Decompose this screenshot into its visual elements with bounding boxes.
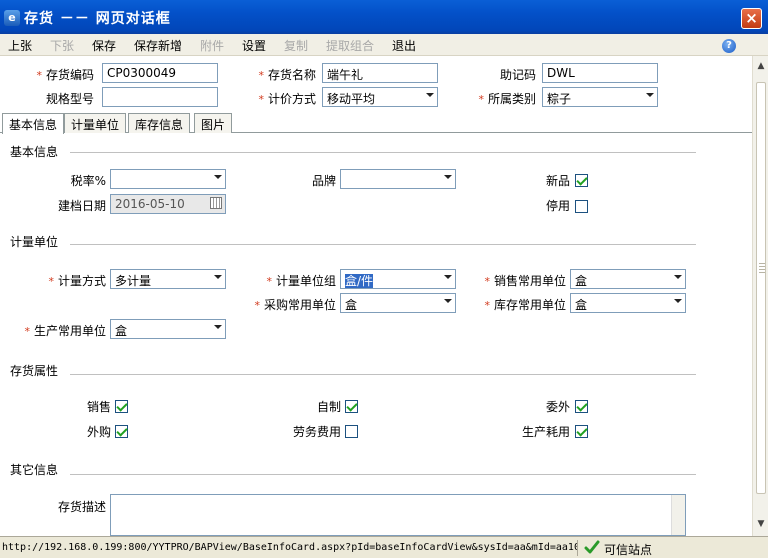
scroll-thumb[interactable] — [756, 82, 766, 494]
toolbar: 上张 下张 保存 保存新增 附件 设置 复制 提取组合 退出 ? — [0, 34, 768, 56]
divider — [70, 374, 696, 375]
unit-group-select[interactable]: 盒/件 — [340, 269, 456, 289]
brand-label: 品牌 — [311, 174, 336, 188]
grip-icon — [759, 263, 765, 275]
chevron-down-icon — [444, 175, 452, 179]
scroll-down-icon[interactable]: ▼ — [755, 518, 767, 530]
checkmark-icon — [584, 540, 600, 554]
disabled-checkbox[interactable] — [575, 200, 588, 213]
mnemonic-label: 助记码 — [499, 68, 536, 82]
brand-select[interactable] — [340, 169, 456, 189]
unit-method-label: * 计量方式 — [48, 274, 106, 288]
chevron-down-icon — [444, 299, 452, 303]
ie-page-icon: e — [4, 10, 20, 26]
attr-sales-label: 销售 — [86, 400, 111, 414]
new-product-label: 新品 — [545, 174, 570, 188]
name-input[interactable]: 端午礼 — [322, 63, 438, 83]
section-units: 计量单位 — [10, 235, 59, 249]
dialog-body: * 存货编码 CP0300049 * 存货名称 端午礼 助记码 DWL 规格型号 *… — [0, 56, 752, 536]
textarea-scrollbar[interactable] — [671, 495, 685, 535]
help-icon[interactable]: ? — [722, 39, 736, 53]
category-select[interactable]: 粽子 — [542, 87, 658, 107]
spec-label: 规格型号 — [45, 92, 94, 106]
tab-units[interactable]: 计量单位 — [64, 113, 127, 133]
code-input[interactable]: CP0300049 — [102, 63, 218, 83]
divider — [70, 474, 696, 475]
scroll-up-icon[interactable]: ▲ — [755, 60, 767, 72]
copy-button[interactable]: 复制 — [284, 37, 308, 54]
pricing-select[interactable]: 移动平均 — [322, 87, 438, 107]
divider — [70, 244, 696, 245]
chevron-down-icon — [444, 275, 452, 279]
title-bar: e 存货 －－ 网页对话框 × — [0, 0, 768, 34]
attr-labor-checkbox[interactable] — [345, 425, 358, 438]
section-attributes: 存货属性 — [10, 364, 59, 378]
tab-stock-info[interactable]: 库存信息 — [128, 113, 191, 133]
unit-group-label: * 计量单位组 — [266, 274, 336, 288]
production-unit-select[interactable]: 盒 — [110, 319, 226, 339]
chevron-down-icon — [646, 93, 654, 97]
divider — [70, 152, 696, 153]
status-bar: http://192.168.0.199:800/YYTPRO/BAPView/… — [0, 536, 768, 558]
tab-images[interactable]: 图片 — [194, 113, 233, 133]
status-url: http://192.168.0.199:800/YYTPRO/BAPView/… — [2, 540, 578, 556]
attr-self-made-label: 自制 — [316, 400, 341, 414]
save-button[interactable]: 保存 — [92, 37, 116, 54]
stock-unit-label: * 库存常用单位 — [484, 298, 566, 312]
sales-unit-label: * 销售常用单位 — [484, 274, 566, 288]
chevron-down-icon — [426, 93, 434, 97]
security-zone: 可信站点 — [604, 543, 653, 557]
code-label: * 存货编码 — [36, 68, 94, 82]
sales-unit-select[interactable]: 盒 — [570, 269, 686, 289]
pricing-label: * 计价方式 — [258, 92, 316, 106]
vertical-scrollbar[interactable]: ▲ ▼ — [752, 56, 768, 536]
close-button[interactable]: × — [741, 8, 762, 29]
chevron-down-icon — [674, 299, 682, 303]
tab-basic-info[interactable]: 基本信息 — [2, 113, 65, 134]
purchase-unit-select[interactable]: 盒 — [340, 293, 456, 313]
window-title: 存货 －－ 网页对话框 — [24, 11, 171, 27]
disabled-label: 停用 — [545, 199, 570, 213]
production-unit-label: * 生产常用单位 — [24, 324, 106, 338]
new-product-checkbox[interactable] — [575, 174, 588, 187]
attr-purchased-checkbox[interactable] — [115, 425, 128, 438]
purchase-unit-label: * 采购常用单位 — [254, 298, 336, 312]
tax-rate-label: 税率% — [70, 174, 106, 188]
attr-production-use-label: 生产耗用 — [521, 425, 570, 439]
attachment-button[interactable]: 附件 — [200, 37, 224, 54]
created-date-label: 建档日期 — [57, 199, 106, 213]
attr-production-use-checkbox[interactable] — [575, 425, 588, 438]
attr-self-made-checkbox[interactable] — [345, 400, 358, 413]
description-textarea[interactable] — [110, 494, 686, 536]
save-and-new-button[interactable]: 保存新增 — [134, 37, 182, 54]
extract-combo-button[interactable]: 提取组合 — [326, 37, 374, 54]
section-basic-info: 基本信息 — [10, 145, 59, 159]
chevron-down-icon — [214, 325, 222, 329]
name-label: * 存货名称 — [258, 68, 316, 82]
description-label: 存货描述 — [57, 500, 106, 514]
attr-outsourced-checkbox[interactable] — [575, 400, 588, 413]
chevron-down-icon — [674, 275, 682, 279]
next-record-button[interactable]: 下张 — [50, 37, 74, 54]
section-other: 其它信息 — [10, 463, 59, 477]
category-label: * 所属类别 — [478, 92, 536, 106]
created-date-input: 2016-05-10 — [110, 194, 226, 214]
chevron-down-icon — [214, 275, 222, 279]
attr-labor-label: 劳务费用 — [292, 425, 341, 439]
stock-unit-select[interactable]: 盒 — [570, 293, 686, 313]
prev-record-button[interactable]: 上张 — [8, 37, 32, 54]
exit-button[interactable]: 退出 — [392, 37, 416, 54]
attr-purchased-label: 外购 — [86, 425, 111, 439]
attr-outsourced-label: 委外 — [545, 400, 570, 414]
tax-rate-select[interactable] — [110, 169, 226, 189]
unit-method-select[interactable]: 多计量 — [110, 269, 226, 289]
settings-button[interactable]: 设置 — [242, 37, 266, 54]
tab-bar: 基本信息 计量单位 库存信息 图片 — [0, 113, 752, 134]
calendar-icon[interactable] — [210, 197, 222, 209]
attr-sales-checkbox[interactable] — [115, 400, 128, 413]
spec-input[interactable] — [102, 87, 218, 107]
chevron-down-icon — [214, 175, 222, 179]
mnemonic-input[interactable]: DWL — [542, 63, 658, 83]
